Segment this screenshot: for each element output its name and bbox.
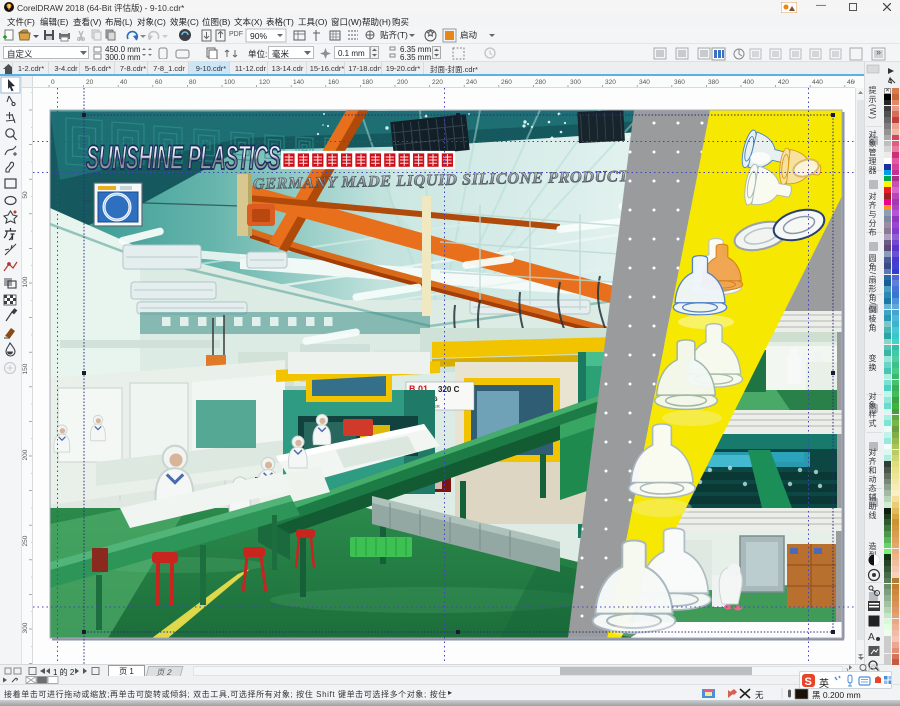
- svg-text:A: A: [868, 632, 875, 643]
- svg-text:320 C: 320 C: [438, 385, 460, 394]
- svg-text:S: S: [805, 676, 812, 688]
- svg-text:SUNSHINE PLASTICS: SUNSHINE PLASTICS: [86, 139, 281, 177]
